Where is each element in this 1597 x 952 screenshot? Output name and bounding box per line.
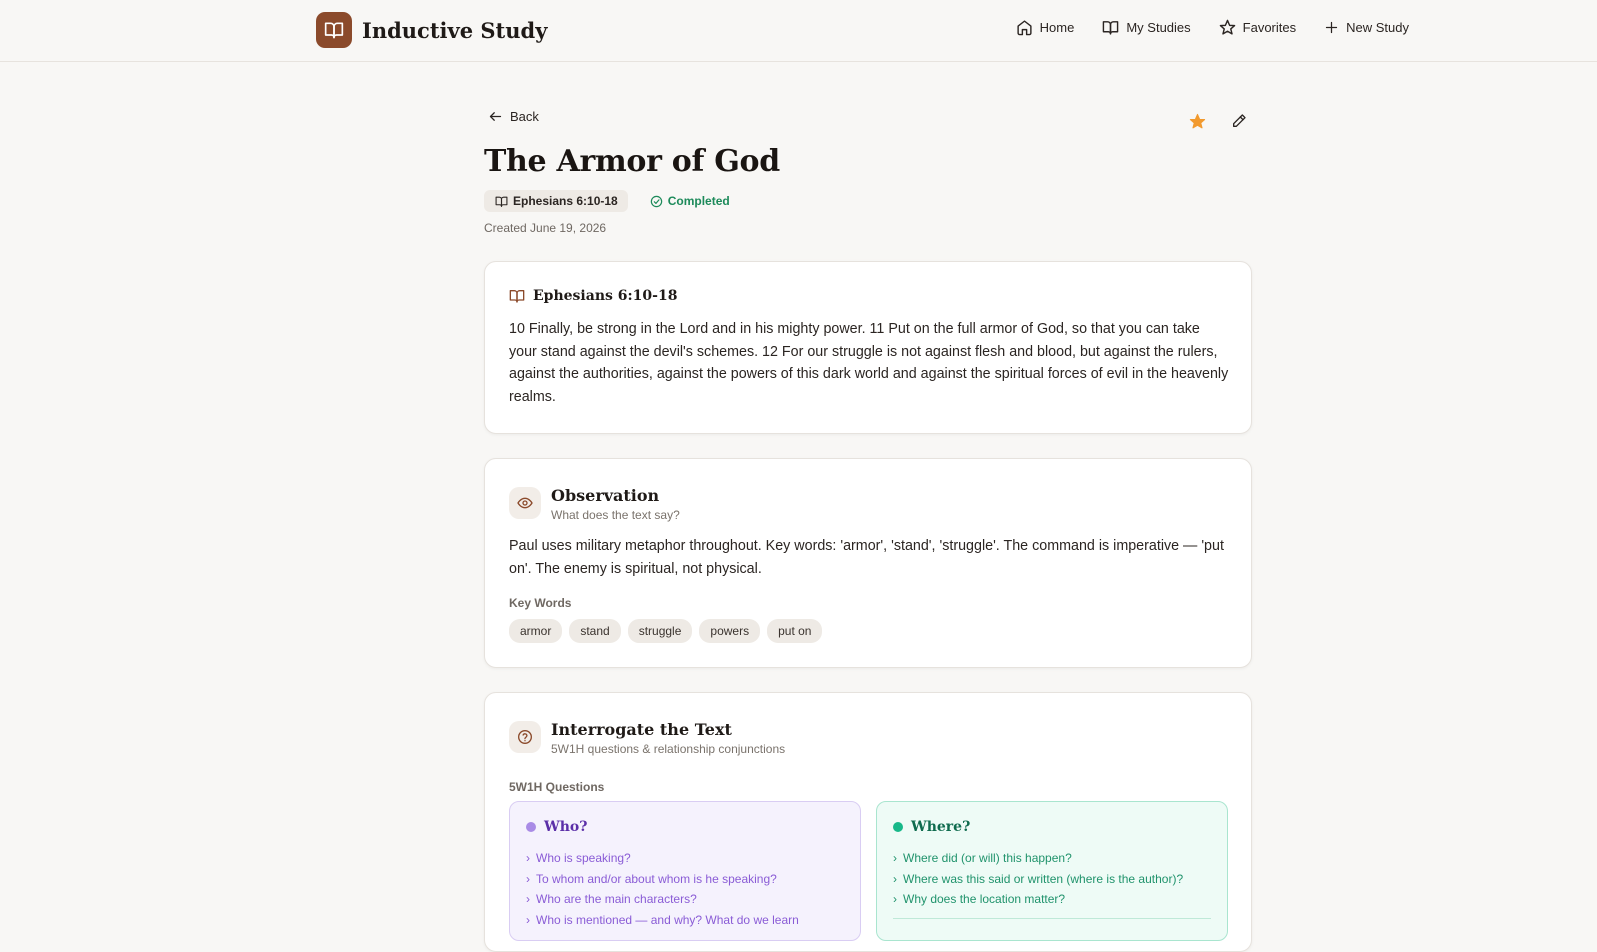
- chevron-right-icon: ›: [893, 851, 897, 865]
- interrogate-title: Interrogate the Text: [551, 720, 732, 739]
- book-open-icon: [509, 290, 525, 303]
- key-word-tag: put on: [767, 619, 823, 643]
- questions-label: 5W1H Questions: [509, 780, 605, 794]
- book-open-icon: [1103, 21, 1119, 35]
- back-label: Back: [510, 109, 539, 124]
- observation-title: Observation: [551, 486, 660, 505]
- favorite-button[interactable]: [1184, 108, 1210, 134]
- scripture-reference: Ephesians 6:10-18: [533, 288, 678, 304]
- star-filled-icon: [1189, 113, 1205, 128]
- book-open-icon: [495, 196, 508, 207]
- chevron-right-icon: ›: [526, 851, 530, 865]
- where-header: Where?: [893, 819, 970, 835]
- check-circle-icon: [650, 195, 662, 207]
- scripture-card: Ephesians 6:10-18 10 Finally, be strong …: [484, 261, 1252, 434]
- arrow-left-icon: [489, 112, 502, 121]
- study-actions: [1168, 108, 1252, 134]
- interrogate-card: Interrogate the Text 5W1H questions & re…: [484, 692, 1252, 952]
- chevron-right-icon: ›: [893, 892, 897, 906]
- scripture-header: Ephesians 6:10-18: [509, 288, 677, 304]
- who-question-list: › Who is speaking? › To whom and/or about …: [526, 848, 799, 930]
- nav-new-study[interactable]: New Study: [1324, 20, 1409, 35]
- nav-home-label: Home: [1039, 20, 1075, 35]
- question-text: Who is speaking?: [536, 851, 631, 865]
- home-icon: [1017, 20, 1032, 36]
- app-name: Inductive Study: [362, 17, 548, 43]
- chevron-right-icon: ›: [893, 871, 897, 886]
- who-questions-panel: Who? › Who is speaking? › To whom and/or a…: [509, 801, 861, 941]
- key-word-tag: struggle: [627, 619, 693, 643]
- pencil-icon: [1233, 114, 1246, 127]
- chevron-right-icon: ›: [526, 892, 530, 906]
- status-label: Completed: [667, 194, 730, 208]
- list-item: › Who is mentioned — and why? What do we …: [526, 910, 799, 931]
- created-date: Created June 19, 2026: [484, 221, 607, 235]
- observation-subtitle: What does the text say?: [551, 508, 680, 522]
- who-dot: [526, 822, 536, 832]
- top-bar: Inductive Study Home My Studies Favorite…: [0, 0, 1597, 62]
- status-badge: Completed: [650, 194, 730, 208]
- reference-badge: Ephesians 6:10-18: [484, 190, 628, 212]
- interrogate-subtitle: 5W1H questions & relationship conjunctio…: [551, 742, 786, 756]
- eye-icon: [509, 487, 541, 519]
- question-text: Why does the location matter?: [903, 892, 1066, 906]
- where-title: Where?: [911, 819, 971, 835]
- study-meta: Ephesians 6:10-18 Completed: [484, 190, 730, 212]
- page-title: The Armor of God: [484, 144, 780, 179]
- help-circle-icon: [509, 721, 541, 753]
- list-item: › Who are the main characters?: [526, 889, 799, 910]
- chevron-right-icon: ›: [526, 871, 530, 886]
- chevron-right-icon: ›: [526, 912, 530, 927]
- nav-my-studies[interactable]: My Studies: [1102, 19, 1191, 36]
- list-item: › Who is speaking?: [526, 848, 799, 869]
- key-words-list: armor stand struggle powers put on: [509, 619, 829, 643]
- list-item: › To whom and/or about whom is he speakin…: [526, 869, 799, 890]
- nav-my-studies-label: My Studies: [1126, 20, 1191, 35]
- main-nav: Home My Studies Favorites New Study: [988, 19, 1409, 36]
- key-word-tag: armor: [509, 619, 563, 643]
- who-header: Who?: [526, 819, 587, 835]
- question-text: Where was this said or written (where is…: [903, 871, 1184, 886]
- nav-home[interactable]: Home: [1016, 19, 1075, 36]
- scripture-text: 10 Finally, be strong in the Lord and in…: [509, 321, 1229, 405]
- key-word-tag: stand: [569, 619, 621, 643]
- list-item: › Where did (or will) this happen?: [893, 848, 1183, 869]
- nav-favorites-label: Favorites: [1242, 20, 1297, 35]
- star-icon: [1219, 19, 1235, 35]
- list-item: › Where was this said or written (where i…: [893, 869, 1183, 890]
- key-word-tag: powers: [699, 619, 761, 643]
- plus-icon: [1326, 21, 1338, 34]
- nav-favorites[interactable]: Favorites: [1219, 19, 1296, 36]
- divider: [893, 918, 1211, 919]
- where-questions-panel: Where? › Where did (or will) this happen?…: [876, 801, 1228, 941]
- observation-card: Observation What does the text say? Paul…: [484, 458, 1252, 668]
- observation-text: Paul uses military metaphor throughout. …: [509, 538, 1224, 577]
- who-title: Who?: [544, 819, 588, 835]
- edit-button[interactable]: [1226, 108, 1252, 134]
- question-text: Who are the main characters?: [536, 892, 697, 906]
- where-dot: [893, 822, 903, 832]
- question-text: Who is mentioned — and why? What do we l…: [536, 912, 799, 927]
- brand[interactable]: Inductive Study: [316, 12, 547, 48]
- key-words-label: Key Words: [509, 596, 572, 610]
- nav-new-study-label: New Study: [1346, 20, 1409, 35]
- list-item: › Why does the location matter?: [893, 889, 1183, 910]
- where-question-list: › Where did (or will) this happen? › Where…: [893, 848, 1183, 910]
- reference-label: Ephesians 6:10-18: [513, 194, 618, 208]
- book-open-icon: [316, 12, 352, 48]
- question-text: To whom and/or about whom is he speaking…: [536, 871, 777, 886]
- back-button[interactable]: Back: [488, 109, 539, 124]
- question-text: Where did (or will) this happen?: [903, 851, 1072, 865]
